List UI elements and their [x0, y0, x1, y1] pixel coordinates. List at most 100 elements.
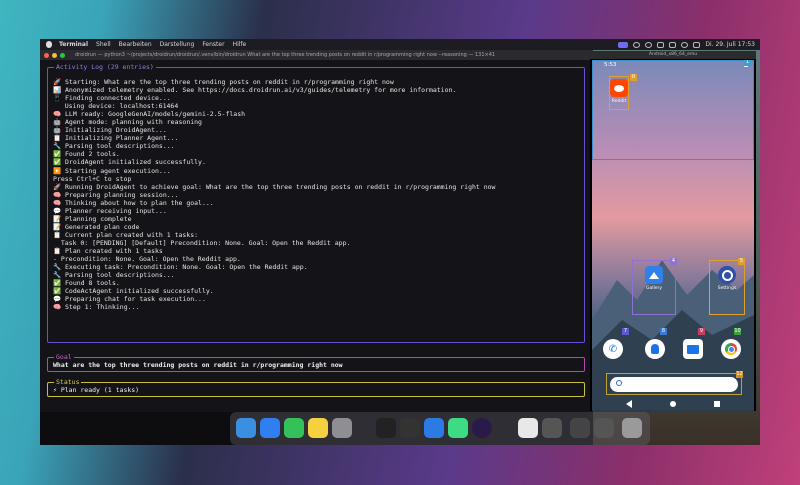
files-icon [687, 344, 699, 354]
log-line: 📝 Generated plan code [53, 222, 140, 231]
log-line: Using device: localhost:61464 [53, 102, 179, 111]
chrome-icon [725, 343, 737, 355]
emulator-title: Android_x86_64_emu [590, 51, 756, 59]
screen-bbox [592, 60, 754, 160]
log-line: 📋 Initializing Planner Agent... [53, 134, 179, 143]
contacts-icon [651, 344, 659, 354]
log-line: 🤖 Agent mode: planning with reasoning [53, 118, 202, 127]
badge-9: 9 [698, 328, 705, 335]
system-settings-icon[interactable] [332, 418, 352, 438]
terminal-titlebar[interactable]: droidrun — python3 ~/projects/droidrun/d… [40, 50, 593, 60]
search-icon [616, 380, 622, 386]
finder-icon[interactable] [236, 418, 256, 438]
trash-icon[interactable] [622, 418, 642, 438]
log-line: 🧠 Thinking about how to plan the goal... [53, 198, 214, 207]
back-icon[interactable] [626, 400, 632, 408]
android-home-screen[interactable]: 5:53 Reddit 0 1 Gallery 4 Settings 5 ✆ 7… [592, 60, 754, 411]
gallery-icon [645, 266, 663, 284]
focus-icon[interactable] [645, 41, 653, 48]
badge-10: 10 [734, 328, 741, 335]
menubar-clock[interactable]: Di. 29. Juli 17:53 [705, 41, 755, 48]
badge-12: 12 [736, 371, 743, 378]
badge-4: 4 [670, 258, 677, 265]
menu-bar: Terminal Shell Bearbeiten Darstellung Fe… [40, 39, 760, 50]
log-line: 🧠 LLM ready: GoogleGenAI/models/gemini-2… [53, 110, 246, 119]
terminal-icon[interactable] [376, 418, 396, 438]
menu-bearbeiten[interactable]: Bearbeiten [119, 41, 152, 48]
log-line: Press Ctrl+C to stop [53, 174, 132, 183]
log-line: - Precondition: None. Goal: Open the Red… [53, 255, 241, 264]
android-emulator-window[interactable]: Android_x86_64_emu 5:53 Reddit 0 1 Galle… [590, 51, 756, 411]
log-line: 🧠 Preparing planning session... [53, 190, 179, 199]
home-icon[interactable] [670, 401, 676, 407]
messages-icon[interactable] [284, 418, 304, 438]
battery-icon[interactable] [657, 41, 665, 48]
log-line: 🔧 Parsing tool descriptions... [53, 271, 175, 280]
unity-icon[interactable] [400, 418, 420, 438]
badge-5: 5 [738, 258, 745, 265]
settings-app[interactable]: Settings [716, 266, 738, 291]
log-line: ✅ Found 2 tools. [53, 150, 120, 159]
wifi-icon[interactable] [669, 41, 677, 48]
log-line: Task 0: [PENDING] [Default] Precondition… [53, 238, 351, 247]
apple-icon[interactable] [45, 41, 53, 48]
terminal-window[interactable]: droidrun — python3 ~/projects/droidrun/d… [40, 50, 593, 412]
phone-icon: ✆ [608, 343, 618, 355]
files-app[interactable] [683, 339, 703, 359]
menu-darstellung[interactable]: Darstellung [160, 41, 195, 48]
menu-hilfe[interactable]: Hilfe [233, 41, 247, 48]
log-line: 🧠 Step 1: Thinking... [53, 303, 140, 312]
log-line: 📋 Current plan created with 1 tasks: [53, 230, 199, 239]
zoom-button[interactable] [60, 52, 65, 58]
goal-text: What are the top three trending posts on… [53, 361, 343, 369]
document-icon[interactable] [518, 418, 538, 438]
screen-share-icon[interactable] [618, 41, 629, 48]
badge-1: 1 [744, 60, 751, 66]
log-line: 🚀 Starting: What are the top three trend… [53, 78, 394, 86]
chrome-app[interactable] [721, 339, 741, 359]
android-studio-icon[interactable] [448, 418, 468, 438]
log-line: 🤖 Initializing DroidAgent... [53, 126, 167, 135]
log-line: 🚀 Running DroidAgent to achieve goal: Wh… [53, 182, 496, 191]
google-search-bar[interactable] [610, 377, 738, 392]
settings-label: Settings [717, 286, 737, 291]
gallery-label: Gallery [645, 286, 663, 291]
gallery-app[interactable]: Gallery [643, 266, 665, 291]
menu-shell[interactable]: Shell [96, 41, 111, 48]
close-button[interactable] [44, 52, 49, 58]
status-panel: Status ⚡ Plan ready (1 tasks) [47, 378, 585, 397]
screenshot-icon[interactable] [594, 418, 614, 438]
control-center-icon[interactable] [693, 41, 701, 48]
notes-icon[interactable] [308, 418, 328, 438]
activity-log: 🚀 Starting: What are the top three trend… [53, 78, 588, 311]
recents-icon[interactable] [714, 401, 720, 407]
minimize-button[interactable] [52, 52, 57, 58]
log-line: ✅ DroidAgent initialized successfully. [53, 158, 206, 167]
log-line: 📱 Finding connected device... [53, 94, 171, 103]
badge-8: 8 [660, 328, 667, 335]
log-line: 💬 Planner receiving input... [53, 206, 167, 215]
record-icon[interactable] [633, 41, 641, 48]
goal-label: Goal [54, 353, 74, 361]
contacts-app[interactable] [645, 339, 665, 359]
log-line: 🔧 Parsing tool descriptions... [53, 142, 175, 151]
xcode-icon[interactable] [424, 418, 444, 438]
log-line: 📊 Anonymized telemetry enabled. See http… [53, 86, 457, 95]
log-line: ✅ CodeActAgent initialized successfully. [53, 287, 214, 296]
log-line: 🔧 Executing task: Precondition: None. Go… [53, 263, 308, 272]
gear-icon [718, 266, 736, 284]
menu-fenster[interactable]: Fenster [202, 41, 224, 48]
app-circle-icon[interactable] [472, 418, 492, 438]
android-nav-bar [592, 397, 754, 411]
log-line: ✅ Found 8 tools. [53, 279, 120, 288]
log-line: ▶️ Starting agent execution... [53, 166, 171, 175]
search-icon[interactable] [681, 41, 689, 48]
log-line: 💬 Preparing chat for task execution... [53, 295, 206, 304]
phone-app[interactable]: ✆ [603, 339, 623, 359]
downloads-icon[interactable] [570, 418, 590, 438]
window-preview-icon[interactable] [542, 418, 562, 438]
status-text: ⚡ Plan ready (1 tasks) [53, 386, 140, 394]
safari-icon[interactable] [260, 418, 280, 438]
status-label: Status [54, 378, 82, 386]
menu-terminal[interactable]: Terminal [59, 41, 88, 48]
